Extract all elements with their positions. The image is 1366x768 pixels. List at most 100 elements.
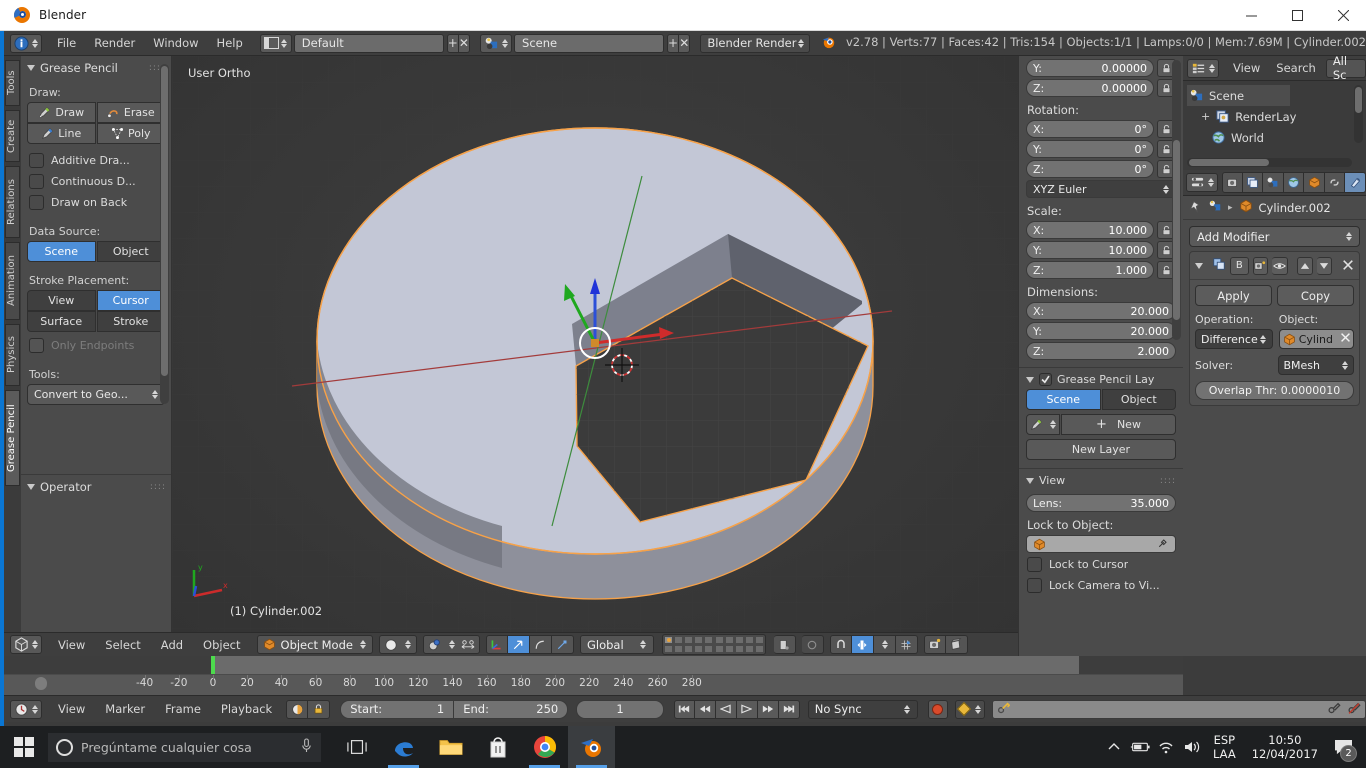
boolean-object-field[interactable]: Cylind xyxy=(1279,329,1354,349)
continuous-draw-checkbox[interactable] xyxy=(29,174,44,189)
timeline-menu-view[interactable]: View xyxy=(48,702,95,716)
lock-to-cursor-checkbox[interactable] xyxy=(1027,557,1042,572)
viewport-menu-object[interactable]: Object xyxy=(193,638,250,652)
timeline-menu-frame[interactable]: Frame xyxy=(155,702,211,716)
outliner-display-mode-selector[interactable]: All Sc xyxy=(1326,59,1366,78)
timeline-scroll-handle[interactable] xyxy=(35,677,47,690)
outliner-row-world[interactable]: World xyxy=(1187,127,1366,148)
stroke-placement-view-button[interactable]: View xyxy=(27,290,96,311)
outliner-row-scene[interactable]: Scene xyxy=(1187,85,1290,106)
insert-keyframe-icon[interactable] xyxy=(1327,700,1341,719)
language-indicator[interactable]: ESP LAA xyxy=(1205,733,1244,761)
interaction-mode-selector[interactable]: Object Mode xyxy=(257,635,373,654)
scale-y-row[interactable]: Y:10.000 xyxy=(1019,240,1183,260)
viewport-menu-add[interactable]: Add xyxy=(151,638,193,652)
stroke-placement-surface-button[interactable]: Surface xyxy=(27,311,96,332)
tab-relations[interactable]: Relations xyxy=(5,166,20,238)
copy-modifier-button[interactable]: Copy xyxy=(1277,285,1354,306)
translate-manipulator-icon[interactable] xyxy=(508,635,530,654)
search-input[interactable]: Pregúntame cualquier cosa xyxy=(48,733,321,762)
keyframe-type-selector[interactable] xyxy=(955,700,986,719)
gp-datablock-selector[interactable] xyxy=(1026,414,1060,435)
data-source-object-button[interactable]: Object xyxy=(97,241,166,262)
menu-render[interactable]: Render xyxy=(85,31,144,56)
scene-layers-widget[interactable] xyxy=(662,634,766,655)
render-layers-tab-icon[interactable] xyxy=(1243,172,1264,193)
show-hidden-icons-icon[interactable] xyxy=(1101,726,1127,768)
timeline-playhead[interactable] xyxy=(211,656,215,674)
operator-panel-header[interactable]: Operator :::: xyxy=(21,475,172,498)
gp-new-button[interactable]: + New xyxy=(1061,414,1176,435)
scene-tab-icon[interactable] xyxy=(1263,172,1284,193)
manipulator-toggle-icon[interactable] xyxy=(486,635,508,654)
timeline-menu-marker[interactable]: Marker xyxy=(95,702,155,716)
tab-tools[interactable]: Tools xyxy=(5,60,20,106)
rotation-z-row[interactable]: Z:0° xyxy=(1019,159,1183,179)
lock-icon[interactable] xyxy=(308,700,330,719)
volume-icon[interactable] xyxy=(1179,726,1205,768)
additive-draw-checkbox[interactable] xyxy=(29,153,44,168)
move-up-icon[interactable] xyxy=(1297,257,1313,275)
grease-pencil-layers-header[interactable]: Grease Pencil Lay xyxy=(1019,367,1183,389)
proportional-edit-icon[interactable] xyxy=(802,635,824,654)
render-engine-selector[interactable]: Blender Render xyxy=(700,34,810,53)
outliner-horizontal-scrollbar[interactable] xyxy=(1187,158,1352,167)
timeline-menu-playback[interactable]: Playback xyxy=(211,702,282,716)
lock-camera-to-view-checkbox[interactable] xyxy=(1027,578,1042,593)
rotation-y-row[interactable]: Y:0° xyxy=(1019,139,1183,159)
delete-keyframe-icon[interactable] xyxy=(1347,700,1361,719)
outliner-row-renderlayer[interactable]: + RenderLay xyxy=(1187,106,1366,127)
breadcrumb-object-name[interactable]: Cylinder.002 xyxy=(1259,201,1331,215)
lens-row[interactable]: Lens:35.000 xyxy=(1019,490,1183,513)
view-panel-header[interactable]: View :::: xyxy=(1019,468,1183,490)
end-frame-field[interactable]: End: 250 xyxy=(454,700,568,719)
menu-window[interactable]: Window xyxy=(144,31,207,56)
screen-layout-name[interactable]: Default xyxy=(294,34,444,53)
delete-screen-button[interactable]: ✕ xyxy=(459,34,470,53)
blender-taskbar-icon[interactable] xyxy=(568,726,615,768)
manipulate-center-points-icon[interactable] xyxy=(461,639,475,651)
snap-element-icon[interactable] xyxy=(896,635,918,654)
windows-start-icon[interactable] xyxy=(0,726,48,768)
outliner-vertical-scrollbar[interactable] xyxy=(1354,85,1363,143)
microphone-icon[interactable] xyxy=(300,738,313,756)
task-view-icon[interactable] xyxy=(333,726,380,768)
outliner-editor-type-selector[interactable] xyxy=(1187,59,1219,78)
jump-to-end-icon[interactable] xyxy=(779,700,800,719)
scene-selector[interactable] xyxy=(480,34,512,53)
viewport-shading-selector[interactable] xyxy=(379,635,417,654)
gp-erase-button[interactable]: Erase xyxy=(97,102,166,123)
snap-target-icon[interactable] xyxy=(852,635,874,654)
clock[interactable]: 10:50 12/04/2017 xyxy=(1244,733,1326,761)
add-screen-button[interactable]: + xyxy=(447,34,459,53)
3d-view-editor-type-selector[interactable] xyxy=(10,635,42,654)
play-icon[interactable] xyxy=(737,700,758,719)
tab-physics[interactable]: Physics xyxy=(5,324,20,386)
toolshelf-scrollbar[interactable] xyxy=(160,64,169,404)
scale-z-row[interactable]: Z:1.000 xyxy=(1019,260,1183,280)
gp-new-layer-button[interactable]: New Layer xyxy=(1026,439,1176,460)
location-y-row[interactable]: Y:0.00000 xyxy=(1019,58,1183,78)
layer-block-1[interactable] xyxy=(664,636,713,653)
play-reverse-icon[interactable] xyxy=(716,700,737,719)
keying-set-field[interactable] xyxy=(992,700,1366,719)
operation-selector[interactable]: Difference xyxy=(1195,329,1273,349)
close-icon[interactable] xyxy=(1320,0,1366,31)
draw-on-back-checkbox[interactable] xyxy=(29,195,44,210)
gp-source-object-button[interactable]: Object xyxy=(1102,389,1177,410)
battery-icon[interactable] xyxy=(1127,726,1153,768)
viewport-menu-select[interactable]: Select xyxy=(95,638,150,652)
modifier-tab-icon[interactable] xyxy=(1345,172,1366,193)
dimension-z-row[interactable]: Z:2.000 xyxy=(1019,341,1183,361)
scale-x-row[interactable]: X:10.000 xyxy=(1019,220,1183,240)
expand-plus-icon[interactable]: + xyxy=(1201,110,1210,123)
stroke-placement-stroke-button[interactable]: Stroke xyxy=(97,311,166,332)
3d-viewport-canvas[interactable]: User Ortho (1) Cylinder.002 y x xyxy=(172,56,1018,632)
object-data-icon[interactable] xyxy=(774,635,796,654)
eyedropper-icon[interactable] xyxy=(1157,537,1169,552)
menu-help[interactable]: Help xyxy=(208,31,252,56)
object-tab-icon[interactable] xyxy=(1304,172,1325,193)
gp-source-scene-button[interactable]: Scene xyxy=(1026,389,1101,410)
store-icon[interactable] xyxy=(474,726,521,768)
scale-manipulator-icon[interactable] xyxy=(552,635,574,654)
